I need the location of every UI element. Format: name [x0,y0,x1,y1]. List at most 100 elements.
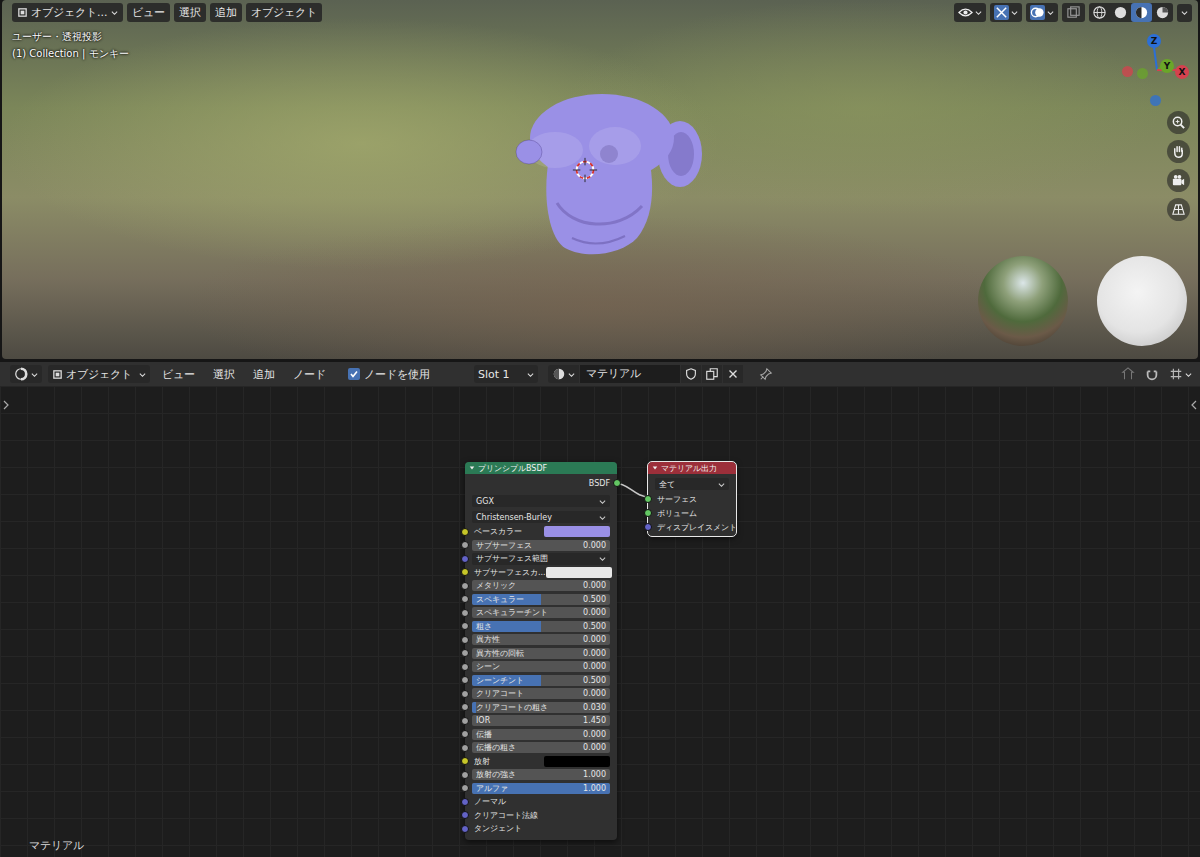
input-socket[interactable] [461,622,469,630]
slider-field[interactable]: クリアコート0.000 [472,688,610,699]
input-socket[interactable] [461,757,469,765]
negative-axis-dot[interactable] [1137,68,1148,79]
editor-mode-dropdown[interactable]: オブジェクト... [12,3,123,22]
snap-button[interactable] [1143,367,1161,381]
fake-user-button[interactable] [681,365,701,383]
checkbox[interactable] [348,368,360,380]
node-header[interactable]: マテリアル出力 [648,462,736,474]
number-field[interactable]: 放射の強さ1.000 [472,769,610,780]
camera-button[interactable] [1167,169,1190,192]
input-socket[interactable] [644,495,652,503]
shader-type-dropdown[interactable]: オブジェクト [48,365,150,383]
input-socket[interactable] [461,811,469,819]
viewport-menu[interactable]: 選択 [174,3,206,22]
shading-options[interactable] [1177,4,1192,22]
gizmo-button[interactable] [990,3,1022,22]
slider-field[interactable]: 伝播0.000 [472,729,610,740]
material-name-field[interactable]: マテリアル [580,365,680,383]
monkey-mesh[interactable] [497,88,707,258]
input-socket[interactable] [461,649,469,657]
viewport-menu[interactable]: オブジェクト [246,3,322,22]
input-socket[interactable] [461,771,469,779]
input-socket[interactable] [461,825,469,833]
input-socket[interactable] [461,744,469,752]
slider-field[interactable]: アルファ1.000 [472,783,610,794]
unlink-material-button[interactable] [723,365,743,383]
input-socket[interactable] [461,703,469,711]
negative-axis-dot[interactable] [1150,95,1161,106]
input-socket[interactable] [461,730,469,738]
input-socket[interactable] [461,595,469,603]
shader-node[interactable]: プリンシプルBSDFBSDFGGXChristensen-Burleyベースカラ… [465,462,617,840]
option-dropdown[interactable]: 全て [655,478,729,490]
input-socket[interactable] [461,541,469,549]
editor-menu[interactable]: ノード [287,367,332,382]
slider-field[interactable]: 粗さ0.500 [472,621,610,632]
parent-node-tree-button[interactable] [1119,367,1137,381]
axis-label[interactable]: Z [1147,34,1161,48]
input-socket[interactable] [461,568,469,576]
slider-field[interactable]: シーン0.000 [472,661,610,672]
node-canvas[interactable]: プリンシプルBSDFBSDFGGXChristensen-Burleyベースカラ… [0,386,1200,857]
axis-label[interactable]: Y [1160,59,1174,73]
toolbar-toggle-icon[interactable] [2,400,10,410]
ortho-button[interactable] [1167,198,1190,221]
input-socket[interactable] [461,676,469,684]
use-nodes-checkbox[interactable]: ノードを使用 [348,367,430,382]
input-socket[interactable] [461,690,469,698]
shader-node[interactable]: マテリアル出力全てサーフェスボリュームディスプレイスメント [648,462,736,536]
color-swatch[interactable] [544,526,610,537]
slider-field[interactable]: クリアコートの粗さ0.030 [472,702,610,713]
collapse-icon[interactable] [652,465,658,471]
snap-mode-dropdown[interactable] [1167,367,1194,381]
slider-field[interactable]: シーンチント0.500 [472,675,610,686]
shading-button[interactable] [1152,3,1173,22]
input-socket[interactable] [461,784,469,792]
editor-menu[interactable]: 選択 [207,367,241,382]
slider-field[interactable]: スペキュラーチント0.000 [472,607,610,618]
collapse-icon[interactable] [469,465,475,471]
navigation-gizmo[interactable]: ZYX [1117,30,1197,110]
input-socket[interactable] [461,555,469,563]
output-socket[interactable] [613,479,621,487]
shading-button[interactable] [1131,3,1152,22]
sidebar-toggle-icon[interactable] [1190,400,1198,410]
editor-menu[interactable]: ビュー [156,367,201,382]
slider-field[interactable]: スペキュラー0.500 [472,594,610,605]
slider-field[interactable]: 異方性0.000 [472,634,610,645]
editor-menu[interactable]: 追加 [247,367,281,382]
slider-field[interactable]: サブサーフェス0.000 [472,540,610,551]
input-socket[interactable] [461,528,469,536]
overlay-button[interactable] [1026,3,1058,22]
color-swatch[interactable] [544,756,610,767]
slider-field[interactable]: 異方性の回転0.000 [472,648,610,659]
input-socket[interactable] [461,582,469,590]
zoom-button[interactable] [1167,111,1190,134]
viewport-menu[interactable]: 追加 [210,3,242,22]
negative-axis-dot[interactable] [1122,66,1133,77]
3d-viewport[interactable]: オブジェクト...ビュー選択追加オブジェクトユーザー・透視投影(1) Colle… [2,0,1198,359]
slider-field[interactable]: メタリック0.000 [472,580,610,591]
input-socket[interactable] [461,798,469,806]
input-dropdown[interactable]: サブサーフェス範囲 [472,553,610,565]
viewport-menu[interactable]: ビュー [127,3,170,22]
number-field[interactable]: IOR1.450 [472,715,610,726]
option-dropdown[interactable]: GGX [472,495,610,507]
node-header[interactable]: プリンシプルBSDF [465,462,617,474]
3d-cursor-icon[interactable] [571,156,599,184]
input-socket[interactable] [461,636,469,644]
axis-label[interactable]: X [1175,65,1189,79]
pan-button[interactable] [1167,140,1190,163]
pin-button[interactable] [755,367,777,381]
xray-button[interactable] [1062,3,1085,22]
duplicate-material-button[interactable] [702,365,722,383]
visibility-button[interactable] [954,3,986,22]
option-dropdown[interactable]: Christensen-Burley [472,511,610,523]
input-socket[interactable] [644,523,652,531]
shading-button[interactable] [1110,3,1131,22]
input-socket[interactable] [644,509,652,517]
color-swatch[interactable] [546,567,612,578]
input-socket[interactable] [461,717,469,725]
input-socket[interactable] [461,609,469,617]
slider-field[interactable]: 伝播の粗さ0.000 [472,742,610,753]
